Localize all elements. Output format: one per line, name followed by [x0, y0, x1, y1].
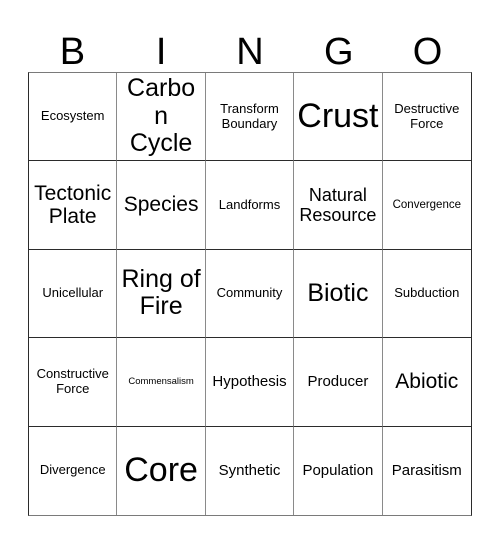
bingo-cell[interactable]: Convergence — [382, 161, 471, 250]
bingo-cell[interactable]: Crust — [294, 73, 383, 162]
bingo-cell-label: Convergence — [392, 198, 461, 211]
bingo-cell-label: Core — [124, 450, 198, 489]
bingo-cell[interactable]: Population — [294, 426, 383, 515]
bingo-cell[interactable]: Biotic — [294, 249, 383, 339]
bingo-cell[interactable]: Community — [205, 249, 295, 339]
bingo-cell-label: Unicellular — [42, 285, 104, 301]
bingo-cell-label: Destructive Force — [394, 100, 460, 131]
bingo-cell-label: Producer — [307, 373, 369, 391]
bingo-header-letter-g: G — [324, 31, 354, 73]
bingo-grid: Ecosystem Carbon Cycle Transform Boundar… — [28, 72, 472, 516]
bingo-cell[interactable]: Natural Resource — [294, 161, 383, 250]
bingo-cell[interactable]: Ecosystem — [29, 73, 118, 162]
bingo-cell[interactable]: Transform Boundary — [205, 73, 295, 162]
bingo-cell[interactable]: Producer — [294, 338, 383, 427]
bingo-card: B I N G O Ecosystem Carbon Cycle Transfo… — [0, 0, 500, 544]
bingo-cell-label: Landforms — [218, 196, 281, 212]
bingo-cell[interactable]: Hypothesis — [205, 338, 295, 427]
bingo-cell-label: Synthetic — [218, 462, 281, 480]
bingo-header-letter-o: O — [412, 31, 443, 73]
bingo-cell-label: Parasitism — [391, 462, 462, 480]
bingo-header-letter-i: I — [155, 31, 167, 73]
bingo-cell[interactable]: Subduction — [382, 249, 471, 339]
bingo-cell-label: Divergence — [39, 462, 106, 478]
bingo-cell[interactable]: Divergence — [29, 426, 118, 515]
bingo-cell-label: Crust — [297, 96, 379, 135]
bingo-cell[interactable]: Carbon Cycle — [117, 73, 206, 162]
bingo-cell[interactable]: Parasitism — [382, 426, 471, 515]
bingo-cell-label: Biotic — [307, 278, 369, 307]
bingo-cell-label: Hypothesis — [212, 373, 287, 391]
bingo-cell[interactable]: Unicellular — [29, 249, 118, 339]
bingo-cell-label: Species — [123, 193, 199, 217]
bingo-cell-label: Community — [216, 285, 283, 301]
bingo-header-letter-n: N — [236, 31, 264, 73]
bingo-cell-label: Ecosystem — [40, 108, 105, 124]
bingo-cell[interactable]: Species — [117, 161, 206, 250]
bingo-cell-label: Natural Resource — [299, 184, 377, 226]
bingo-header-row: B I N G O — [28, 16, 472, 72]
bingo-cell[interactable]: Abiotic — [382, 338, 471, 427]
bingo-cell-label: Ring of Fire — [121, 264, 201, 321]
bingo-cell-label: Constructive Force — [36, 366, 109, 396]
bingo-cell-label: Population — [302, 462, 374, 480]
bingo-cell[interactable]: Commensalism — [117, 338, 206, 427]
bingo-cell-label: Carbon Cycle — [127, 74, 196, 158]
bingo-cell-label: Abiotic — [395, 370, 459, 394]
bingo-cell-label: Transform Boundary — [220, 100, 279, 131]
bingo-cell[interactable]: Ring of Fire — [117, 249, 206, 339]
bingo-cell[interactable]: Synthetic — [205, 426, 295, 515]
bingo-cell[interactable]: Destructive Force — [382, 73, 471, 162]
bingo-cell[interactable]: Constructive Force — [29, 338, 118, 427]
bingo-cell[interactable]: Landforms — [205, 161, 295, 250]
bingo-cell-label: Tectonic Plate — [34, 181, 112, 229]
bingo-header-letter-b: B — [59, 31, 86, 73]
bingo-cell-label: Commensalism — [128, 375, 194, 387]
bingo-cell-label: Subduction — [394, 285, 460, 301]
bingo-cell[interactable]: Tectonic Plate — [29, 161, 118, 250]
bingo-cell[interactable]: Core — [117, 426, 206, 515]
